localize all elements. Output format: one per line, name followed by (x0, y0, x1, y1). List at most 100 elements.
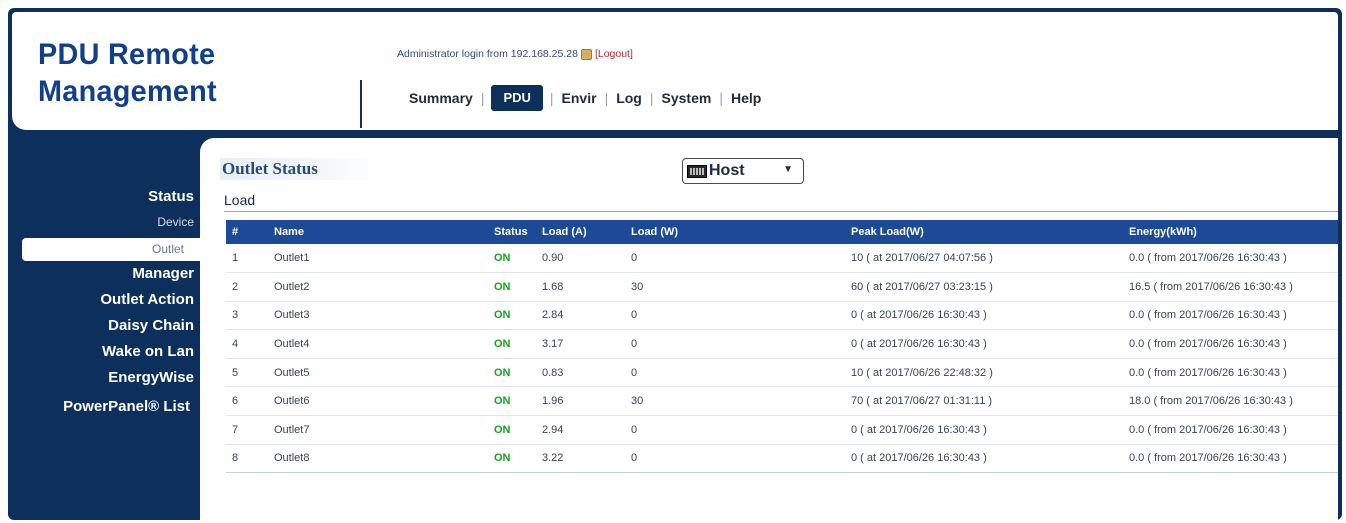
cell-load-w: 30 (631, 272, 851, 302)
table-row: 2 Outlet2 ON 1.68 30 60 ( at 2017/06/27 03:23… (226, 272, 1338, 302)
cell-energy: 0.0 ( from 2017/06/26 16:30:43 ) (1129, 244, 1338, 274)
top-nav: Summary | PDU | Envir | Log | System | H… (402, 85, 768, 111)
nav-system[interactable]: System (655, 85, 719, 111)
user-icon (580, 48, 592, 60)
sidebar: Status Device Outlet Manager Outlet Acti… (12, 130, 202, 520)
cell-number: 6 (226, 386, 274, 417)
cell-name: Outlet4 (274, 329, 494, 359)
login-text: Administrator login from 192.168.25.28 (397, 48, 578, 60)
cell-load-w: 0 (631, 415, 851, 445)
page-title: Outlet Status (220, 158, 380, 180)
cell-name: Outlet3 (274, 301, 494, 331)
cell-peak-load: 0 ( at 2017/06/26 16:30:43 ) (851, 444, 1129, 474)
sidebar-daisy-chain[interactable]: Daisy Chain (108, 317, 194, 334)
header-divider (360, 80, 362, 128)
login-info: Administrator login from 192.168.25.28 [… (397, 48, 633, 60)
cell-number: 1 (226, 244, 274, 274)
header: PDU Remote Management Administrator logi… (12, 12, 1338, 130)
cell-energy: 0.0 ( from 2017/06/26 16:30:43 ) (1129, 301, 1338, 331)
brand-logo: PDU Remote Management (38, 36, 326, 110)
sidebar-item-outlet[interactable]: Outlet (22, 238, 202, 261)
chevron-down-icon: ▼ (783, 164, 793, 175)
brand-line1: PDU Remote (38, 38, 216, 71)
cell-number: 7 (226, 415, 274, 445)
col-header-load-w: Load (W) (631, 226, 679, 238)
section-label-load: Load (224, 192, 256, 208)
col-header-energy: Energy(kWh) (1129, 226, 1197, 238)
table-row: 7 Outlet7 ON 2.94 0 0 ( at 2017/06/26 16:30:4… (226, 415, 1338, 445)
logout-link[interactable]: [Logout] (595, 48, 633, 60)
host-select-value: Host (709, 162, 745, 179)
cell-name: Outlet7 (274, 415, 494, 445)
cell-peak-load: 0 ( at 2017/06/26 16:30:43 ) (851, 329, 1129, 359)
sidebar-status[interactable]: Status (148, 188, 194, 205)
cell-number: 8 (226, 444, 274, 474)
nav-envir[interactable]: Envir (555, 85, 604, 111)
table-row: 3 Outlet3 ON 2.84 0 0 ( at 2017/06/26 16:30:4… (226, 301, 1338, 331)
col-header-load-a: Load (A) (542, 226, 587, 238)
table-row: 4 Outlet4 ON 3.17 0 0 ( at 2017/06/26 16:30:4… (226, 329, 1338, 359)
sidebar-energywise[interactable]: EnergyWise (108, 369, 194, 386)
status-badge: ON (494, 244, 542, 274)
cell-name: Outlet2 (274, 272, 494, 302)
cell-energy: 0.0 ( from 2017/06/26 16:30:43 ) (1129, 329, 1338, 359)
host-select[interactable]: Host ▼ (682, 158, 804, 184)
status-badge: ON (494, 272, 542, 302)
sidebar-wake-on-lan[interactable]: Wake on Lan (102, 343, 194, 360)
col-header-peak-load: Peak Load(W) (851, 226, 924, 238)
nav-summary[interactable]: Summary (402, 85, 480, 111)
cell-load-a: 3.17 (542, 329, 631, 359)
cell-name: Outlet1 (274, 244, 494, 274)
cell-load-w: 30 (631, 386, 851, 417)
nav-pdu[interactable]: PDU (491, 85, 543, 111)
status-badge: ON (494, 301, 542, 331)
cell-load-a: 2.84 (542, 301, 631, 331)
cell-energy: 16.5 ( from 2017/06/26 16:30:43 ) (1129, 272, 1338, 302)
cell-name: Outlet8 (274, 444, 494, 474)
main-content: Outlet Status Host ▼ Load # Name Status … (200, 138, 1338, 520)
status-badge: ON (494, 415, 542, 445)
nav-separator: | (480, 90, 485, 106)
status-badge: ON (494, 329, 542, 359)
cell-load-a: 2.94 (542, 415, 631, 445)
cell-energy: 0.0 ( from 2017/06/26 16:30:43 ) (1129, 415, 1338, 445)
cell-load-a: 3.22 (542, 444, 631, 474)
cell-peak-load: 60 ( at 2017/06/27 03:23:15 ) (851, 272, 1129, 302)
status-badge: ON (494, 386, 542, 417)
cell-name: Outlet5 (274, 358, 494, 388)
nav-log[interactable]: Log (609, 85, 649, 111)
table-row: 5 Outlet5 ON 0.83 0 10 ( at 2017/06/26 22:48:… (226, 358, 1338, 388)
cell-energy: 0.0 ( from 2017/06/26 16:30:43 ) (1129, 358, 1338, 388)
cell-load-w: 0 (631, 301, 851, 331)
cell-number: 3 (226, 301, 274, 331)
keyboard-icon (687, 164, 707, 178)
cell-load-a: 0.90 (542, 244, 631, 274)
cell-load-w: 0 (631, 444, 851, 474)
cell-peak-load: 0 ( at 2017/06/26 16:30:43 ) (851, 301, 1129, 331)
brand-line2: Management (38, 75, 217, 108)
section-divider (224, 211, 1338, 212)
table-row: 8 Outlet8 ON 3.22 0 0 ( at 2017/06/26 16:30:4… (226, 444, 1338, 474)
cell-load-w: 0 (631, 358, 851, 388)
cell-load-a: 1.96 (542, 386, 631, 417)
sidebar-outlet-action[interactable]: Outlet Action (100, 291, 194, 308)
sidebar-powerpanel-list[interactable]: PowerPanel® List (63, 398, 190, 415)
cell-load-w: 0 (631, 244, 851, 274)
nav-help[interactable]: Help (724, 85, 768, 111)
cell-number: 4 (226, 329, 274, 359)
cell-number: 5 (226, 358, 274, 388)
table-row: 6 Outlet6 ON 1.96 30 70 ( at 2017/06/27 01:31… (226, 386, 1338, 417)
cell-peak-load: 10 ( at 2017/06/26 22:48:32 ) (851, 358, 1129, 388)
cell-load-a: 0.83 (542, 358, 631, 388)
sidebar-item-device[interactable]: Device (157, 215, 194, 229)
sidebar-manager[interactable]: Manager (132, 265, 194, 282)
cell-name: Outlet6 (274, 386, 494, 417)
cell-peak-load: 10 ( at 2017/06/27 04:07:56 ) (851, 244, 1129, 274)
status-badge: ON (494, 444, 542, 474)
col-header-status: Status (494, 226, 528, 238)
col-header-name: Name (274, 226, 304, 238)
cell-peak-load: 70 ( at 2017/06/27 01:31:11 ) (851, 386, 1129, 417)
cell-load-a: 1.68 (542, 272, 631, 302)
cell-number: 2 (226, 272, 274, 302)
table-row: 1 Outlet1 ON 0.90 0 10 ( at 2017/06/27 04:07:… (226, 244, 1338, 274)
